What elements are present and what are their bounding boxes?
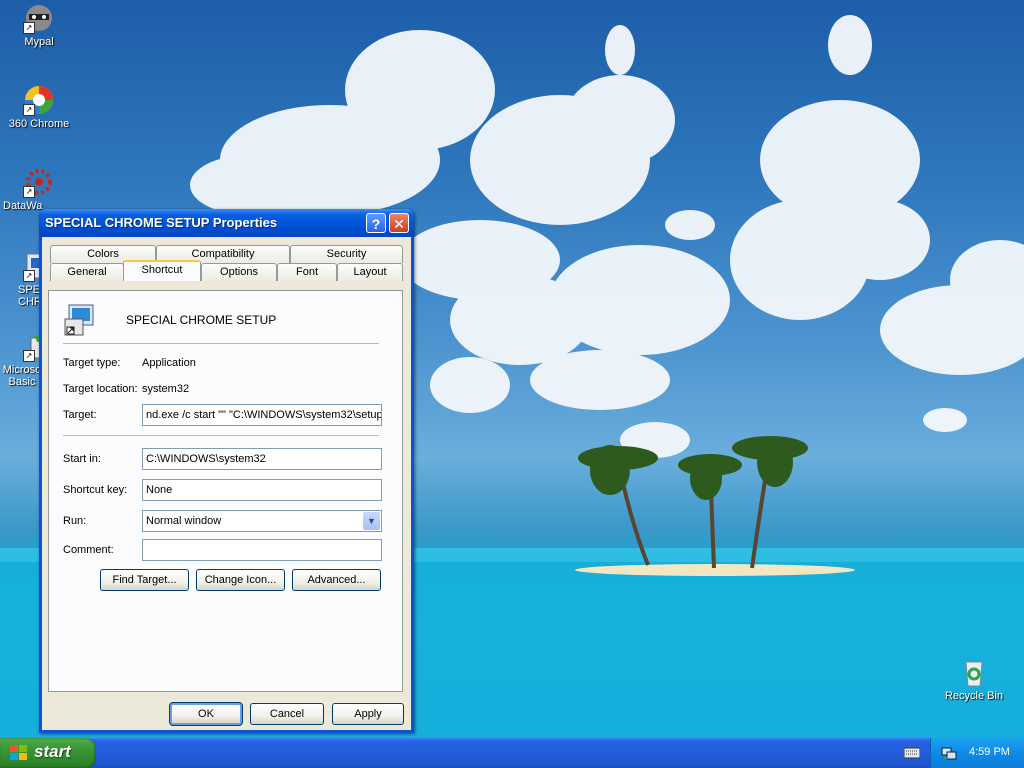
run-label: Run: <box>63 515 87 527</box>
desktop-icon-datawa[interactable]: ↗ DataWa <box>0 166 78 212</box>
dialog-titlebar[interactable]: SPECIAL CHROME SETUP Properties ? ✕ <box>39 209 414 237</box>
target-input[interactable]: nd.exe /c start "" "C:\WINDOWS\system32\… <box>142 404 382 426</box>
start-in-input[interactable]: C:\WINDOWS\system32 <box>142 448 382 470</box>
start-button[interactable]: start <box>0 738 96 768</box>
tab-layout[interactable]: Layout <box>337 263 403 281</box>
shortcut-key-label: Shortcut key: <box>63 484 128 496</box>
taskbar: start 4:59 PM <box>0 738 1024 768</box>
network-tray-icon[interactable] <box>941 745 957 761</box>
find-target-button[interactable]: Find Target... <box>100 569 189 591</box>
desktop-icon-label: Mypal <box>24 36 54 48</box>
windows-logo-icon <box>10 745 28 761</box>
clock[interactable]: 4:59 PM <box>969 746 1010 758</box>
ok-button[interactable]: OK <box>169 702 243 726</box>
target-location-label: Target location: <box>63 383 138 395</box>
desktop-icon-mypal[interactable]: ↗ Mypal <box>0 2 78 48</box>
target-type-label: Target type: <box>63 357 121 369</box>
tab-options[interactable]: Options <box>201 263 277 281</box>
target-location-value: system32 <box>142 383 190 395</box>
comment-label: Comment: <box>63 544 114 556</box>
run-select[interactable]: Normal window ▼ <box>142 510 382 532</box>
dialog-title: SPECIAL CHROME SETUP Properties <box>45 215 278 230</box>
tab-shortcut[interactable]: Shortcut <box>123 260 201 281</box>
start-in-label: Start in: <box>63 453 101 465</box>
system-tray: 4:59 PM <box>930 738 1024 768</box>
separator <box>63 435 379 437</box>
keyboard-icon[interactable] <box>903 746 921 760</box>
desktop-icon-recycle-bin[interactable]: Recycle Bin <box>935 656 1013 702</box>
comment-input[interactable] <box>142 539 382 561</box>
chrome-360-icon: ↗ <box>23 84 55 116</box>
apply-button[interactable]: Apply <box>332 703 404 725</box>
desktop-icon-360-chrome[interactable]: ↗ 360 Chrome <box>0 84 78 130</box>
advanced-button[interactable]: Advanced... <box>292 569 381 591</box>
tab-security[interactable]: Security <box>290 245 403 263</box>
cancel-button[interactable]: Cancel <box>250 703 324 725</box>
raccoon-icon: ↗ <box>23 2 55 34</box>
tab-general[interactable]: General <box>50 263 124 281</box>
datawa-icon: ↗ <box>23 166 55 198</box>
target-type-value: Application <box>142 357 196 369</box>
start-label: start <box>34 742 71 761</box>
shortcut-tab-panel: SPECIAL CHROME SETUP Target type: Applic… <box>48 290 403 692</box>
desktop-icon-label: Microso Basic <box>2 364 42 388</box>
shortcut-name: SPECIAL CHROME SETUP <box>126 313 277 327</box>
separator <box>63 343 379 345</box>
target-label: Target: <box>63 409 97 421</box>
recycle-bin-icon <box>958 656 990 688</box>
close-button[interactable]: ✕ <box>389 213 409 233</box>
desktop-icon-label: Recycle Bin <box>944 690 1004 702</box>
help-button[interactable]: ? <box>366 213 386 233</box>
dialog-client-area: Colors Compatibility Security General Sh… <box>42 237 411 730</box>
desktop-icon-label: SPEC CHR <box>18 284 48 308</box>
desktop-icon-label: 360 Chrome <box>8 118 70 130</box>
shortcut-key-input[interactable]: None <box>142 479 382 501</box>
chevron-down-icon[interactable]: ▼ <box>363 512 380 530</box>
properties-dialog: SPECIAL CHROME SETUP Properties ? ✕ Colo… <box>39 209 414 733</box>
run-select-value: Normal window <box>146 515 222 527</box>
change-icon-button[interactable]: Change Icon... <box>196 569 285 591</box>
tab-font[interactable]: Font <box>277 263 337 281</box>
shortcut-app-icon <box>63 303 97 337</box>
